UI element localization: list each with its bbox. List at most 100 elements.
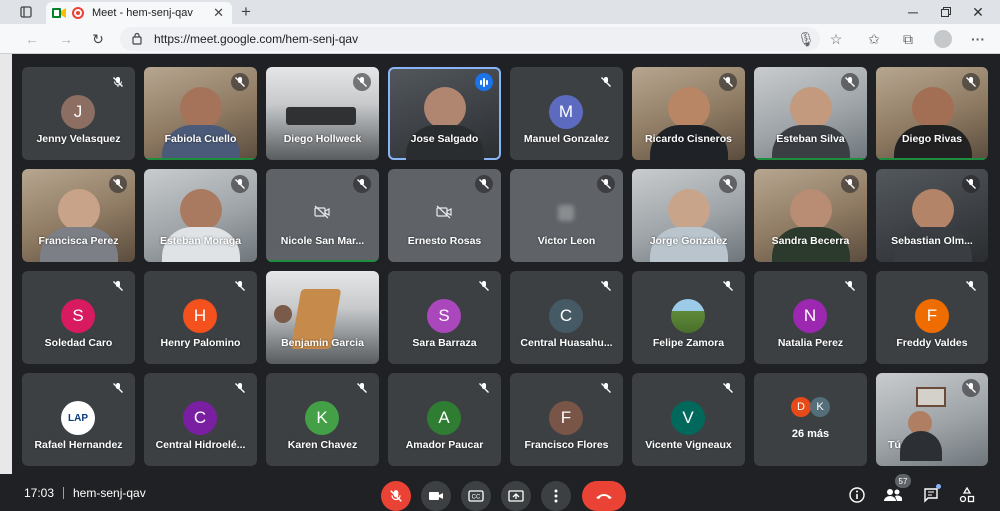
video-person (790, 189, 832, 231)
participant-tile-jorge[interactable]: Jorge Gonzalez (632, 169, 745, 262)
participant-tile-diego-rivas[interactable]: Diego Rivas (876, 67, 988, 160)
mic-off-icon (353, 379, 371, 397)
participant-tile-ernesto[interactable]: Ernesto Rosas (388, 169, 501, 262)
participant-tile-karen[interactable]: K Karen Chavez (266, 373, 379, 466)
mic-off-icon (475, 379, 493, 397)
participant-tile-henry[interactable]: H Henry Palomino (144, 271, 257, 364)
participant-tile-freddy[interactable]: F Freddy Valdes (876, 271, 988, 364)
close-tab-icon[interactable]: ✕ (213, 5, 224, 21)
participant-tile-manuel[interactable]: M Manuel Gonzalez (510, 67, 623, 160)
participant-tile-sandra[interactable]: Sandra Becerra (754, 169, 867, 262)
participant-name: Diego Rivas (901, 133, 963, 145)
favorites-list-icon[interactable]: ✩ (866, 31, 882, 47)
participant-name: Benjamin Garcia (281, 337, 364, 349)
recording-icon (72, 7, 84, 19)
participant-tile-jose[interactable]: Jose Salgado (388, 67, 501, 160)
lock-icon (132, 32, 142, 45)
people-button[interactable]: 57 (881, 474, 911, 506)
mic-off-icon (353, 175, 371, 193)
participant-tile-central-huasahuasi[interactable]: C Central Huasahu... (510, 271, 623, 364)
participant-tile-felipe[interactable]: Felipe Zamora (632, 271, 745, 364)
more-menu-icon[interactable]: ··· (970, 31, 986, 47)
mic-off-icon (962, 73, 980, 91)
lap-logo-avatar: LAP (61, 401, 95, 435)
url-field[interactable]: https://meet.google.com/hem-senj-qav (120, 27, 820, 51)
avatar: S (61, 299, 95, 333)
participant-tile-rafael[interactable]: LAP Rafael Hernandez (22, 373, 135, 466)
more-options-button[interactable] (541, 481, 571, 511)
participant-tile-ricardo[interactable]: Ricardo Cisneros (632, 67, 745, 160)
left-edge-strip (0, 54, 12, 474)
new-tab-icon[interactable]: + (238, 2, 254, 21)
participant-tile-francisco[interactable]: F Francisco Flores (510, 373, 623, 466)
participant-tile-vicente[interactable]: V Vicente Vigneaux (632, 373, 745, 466)
participant-tile-esteban-silva[interactable]: Esteban Silva (754, 67, 867, 160)
svg-text:CC: CC (472, 495, 481, 501)
mic-off-icon (390, 490, 402, 502)
camera-icon (429, 492, 443, 500)
camera-toggle-button[interactable] (421, 481, 451, 511)
minimize-icon[interactable]: ─ (905, 4, 921, 20)
chat-button[interactable] (919, 484, 943, 506)
participant-name: Ricardo Cisneros (645, 133, 732, 145)
more-avatar-1: D (791, 397, 811, 417)
participant-tile-nicole[interactable]: Nicole San Mar... (266, 169, 379, 262)
captions-button[interactable]: CC (461, 481, 491, 511)
avatar: V (671, 401, 705, 435)
participant-tile-esteban-moraga[interactable]: Esteban Moraga (144, 169, 257, 262)
participant-tile-sebastian[interactable]: Sebastian Olm... (876, 169, 988, 262)
participant-tile-amador[interactable]: A Amador Paucar (388, 373, 501, 466)
participant-tile-sara[interactable]: S Sara Barraza (388, 271, 501, 364)
present-screen-icon (508, 490, 524, 502)
tab-actions-icon[interactable] (18, 4, 34, 20)
participant-name: Sebastian Olm... (891, 235, 973, 247)
collections-icon[interactable]: ⧉ (900, 31, 916, 47)
present-screen-button[interactable] (501, 481, 531, 511)
reload-icon[interactable]: ↻ (90, 31, 106, 47)
activities-button[interactable] (955, 484, 979, 506)
participant-name: Vicente Vigneaux (645, 439, 732, 451)
self-view-tile[interactable]: Tú (876, 373, 988, 466)
chat-notification-dot (936, 484, 941, 489)
participant-name: Esteban Moraga (159, 235, 242, 247)
leave-call-button[interactable] (582, 481, 626, 511)
microphone-permission-icon[interactable]: 🎙 (797, 31, 815, 47)
participant-tile-jenny[interactable]: J Jenny Velasquez (22, 67, 135, 160)
more-participants-tile[interactable]: D K 26 más (754, 373, 867, 466)
participant-name: Karen Chavez (287, 439, 358, 451)
browser-tab[interactable]: Meet - hem-senj-qav ✕ (46, 2, 232, 24)
participant-tile-soledad[interactable]: S Soledad Caro (22, 271, 135, 364)
address-bar: ← → ↻ https://meet.google.com/hem-senj-q… (0, 24, 1000, 54)
mic-off-icon (841, 175, 859, 193)
speaking-indicator (876, 158, 988, 160)
restore-icon[interactable] (938, 4, 954, 20)
participant-tile-victor[interactable]: Victor Leon (510, 169, 623, 262)
participant-name: Soledad Caro (44, 337, 113, 349)
speaking-indicator (754, 158, 867, 160)
participant-tile-benjamin[interactable]: Benjamin Garcia (266, 271, 379, 364)
back-icon[interactable]: ← (24, 31, 40, 47)
avatar: K (305, 401, 339, 435)
participant-name: Central Hidroelé... (155, 439, 246, 451)
profile-avatar-icon[interactable] (934, 30, 952, 48)
participant-name: Victor Leon (537, 235, 596, 247)
mic-off-icon (962, 379, 980, 397)
forward-icon[interactable]: → (58, 31, 74, 47)
people-count-badge: 57 (895, 474, 911, 488)
participant-tile-central-hidroelectrica[interactable]: C Central Hidroelé... (144, 373, 257, 466)
participant-name: Manuel Gonzalez (523, 133, 610, 145)
close-window-icon[interactable]: ✕ (970, 4, 986, 20)
participant-tile-natalia[interactable]: N Natalia Perez (754, 271, 867, 364)
participant-tile-diego-hollweck[interactable]: Diego Hollweck (266, 67, 379, 160)
mic-off-icon (597, 73, 615, 91)
participant-tile-francisca[interactable]: Francisca Perez (22, 169, 135, 262)
participant-name: Tú (888, 439, 901, 451)
meeting-details-button[interactable] (845, 484, 869, 506)
favorite-icon[interactable]: ☆ (828, 31, 844, 47)
mic-toggle-button[interactable] (381, 481, 411, 511)
video-person (274, 305, 292, 323)
participant-tile-fabiola[interactable]: Fabiola Cuello (144, 67, 257, 160)
participant-name: Freddy Valdes (896, 337, 968, 349)
avatar-photo (671, 299, 705, 333)
video-person (790, 87, 832, 129)
